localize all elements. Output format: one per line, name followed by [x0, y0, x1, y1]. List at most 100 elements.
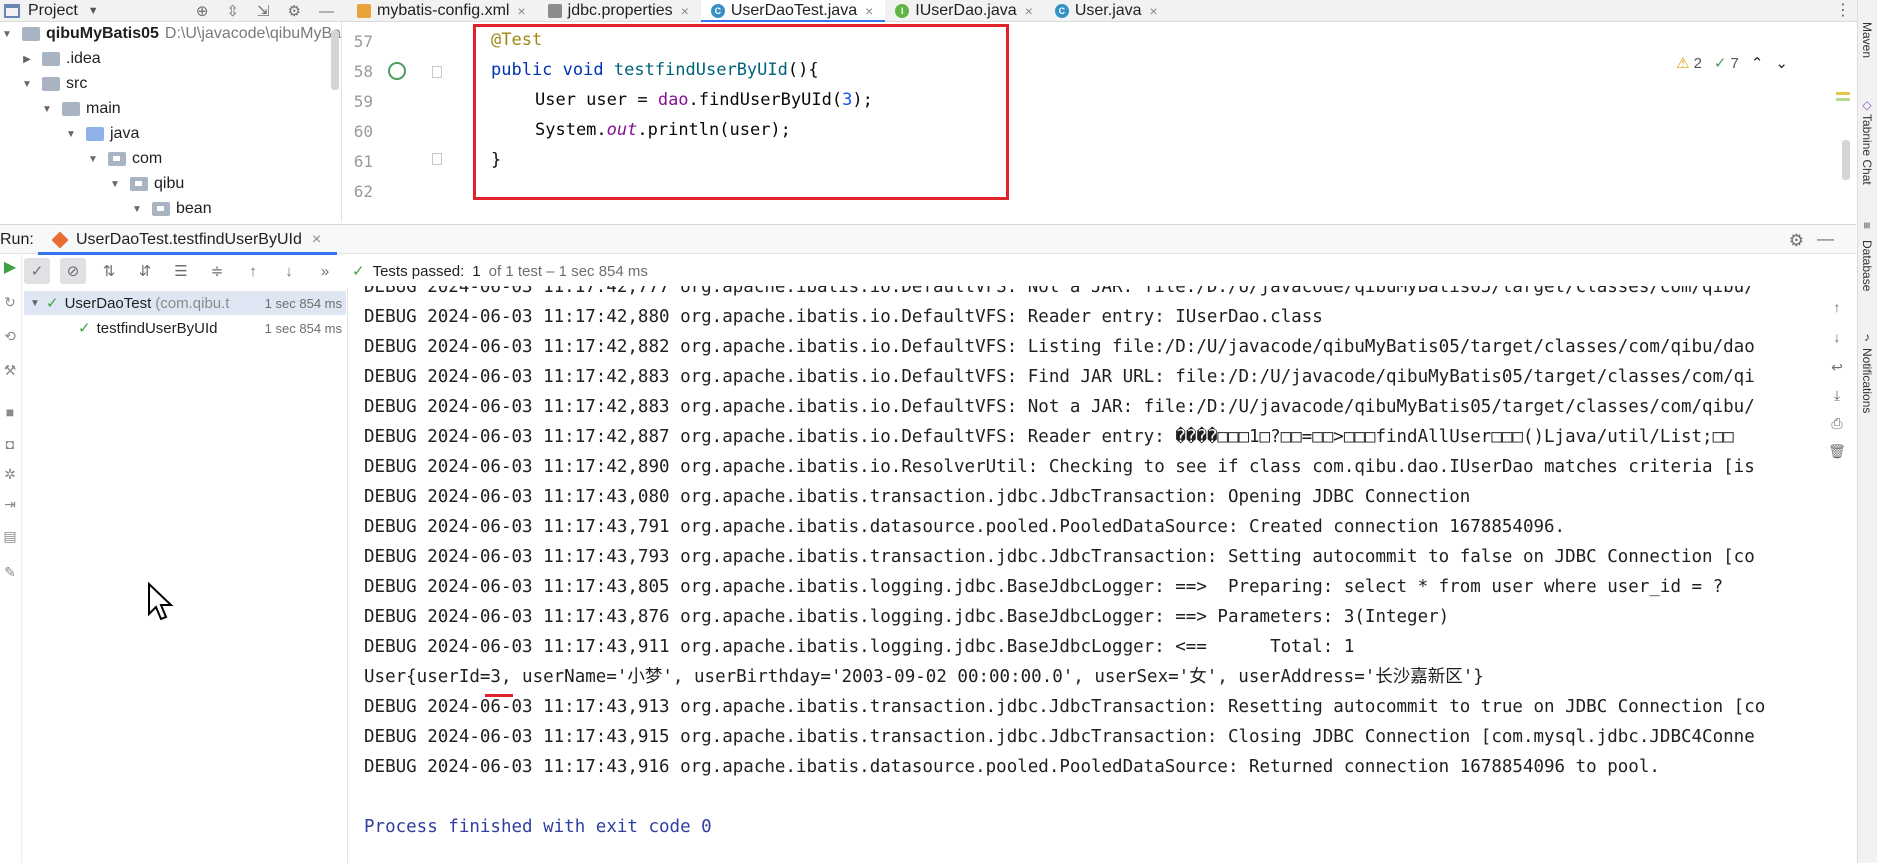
test-toolbar: ✓ ⊘ ⇅ ⇵ ☰ ≑ ↑ ↓ » — [24, 256, 344, 286]
wrench-icon[interactable]: ⚒ — [2, 362, 18, 378]
tabnine-tool-tab[interactable]: Tabnine Chat — [1860, 114, 1874, 185]
maven-tool-tab[interactable]: Maven — [1860, 22, 1874, 58]
chevron-right-icon[interactable]: ▶ — [20, 54, 34, 65]
arrow-up-icon[interactable]: ↑ — [240, 258, 266, 284]
sort-duration-icon[interactable]: ⇵ — [132, 258, 158, 284]
fold-icon[interactable] — [432, 153, 442, 165]
chevron-down-icon[interactable]: ▼ — [86, 154, 100, 165]
gear-icon[interactable]: ⚙ — [1789, 231, 1804, 251]
tab-userdaotest[interactable]: C UserDaoTest.java × — [700, 0, 886, 23]
close-icon[interactable]: × — [517, 3, 525, 19]
gear-icon[interactable]: ⚙ — [288, 2, 301, 20]
print-icon[interactable]: ⎙ — [1828, 414, 1846, 432]
export-icon[interactable]: ⇥ — [2, 496, 18, 512]
close-icon[interactable]: × — [312, 231, 321, 249]
minimize-icon[interactable]: — — [1817, 229, 1834, 249]
chevron-down-icon[interactable]: ▼ — [24, 298, 46, 309]
chevron-down-icon[interactable]: ▼ — [40, 104, 54, 115]
test-suite-row[interactable]: ▼ ✓ UserDaoTest (com.qibu.t 1 sec 854 ms — [24, 291, 346, 315]
pin-icon[interactable]: ✎ — [2, 564, 18, 580]
console-line: DEBUG 2024-06-03 11:17:43,793 org.apache… — [364, 547, 1755, 567]
close-icon[interactable]: × — [865, 3, 873, 19]
collapse-all-icon[interactable]: ≑ — [204, 258, 230, 284]
package-icon — [152, 202, 170, 216]
tree-item-bean[interactable]: ▼ bean — [130, 197, 212, 221]
database-tool-tab[interactable]: Database — [1860, 240, 1874, 291]
close-icon[interactable]: × — [1025, 3, 1033, 19]
tab-mybatis-config[interactable]: mybatis-config.xml × — [347, 0, 538, 22]
arrow-up-icon[interactable]: ↑ — [1828, 298, 1846, 316]
tree-item-label: qibu — [154, 175, 185, 192]
arrow-down-icon[interactable]: ↓ — [276, 258, 302, 284]
tree-item-idea[interactable]: ▶ .idea — [20, 47, 101, 71]
tree-item-root[interactable]: ▼ qibuMyBatis05 D:\U\javacode\qibuMyBa — [0, 22, 341, 46]
tree-item-src[interactable]: ▼ src — [20, 72, 87, 96]
chevron-up-icon[interactable]: ⌃ — [1751, 54, 1764, 72]
package-icon — [130, 177, 148, 191]
tree-item-java[interactable]: ▼ java — [64, 122, 139, 146]
soft-wrap-icon[interactable]: ↩ — [1828, 358, 1846, 376]
more-tabs-icon[interactable]: ⋮ — [1835, 0, 1851, 22]
rerun-failed-icon[interactable]: ↻ — [2, 294, 18, 310]
stop-icon[interactable]: ■ — [2, 404, 18, 420]
tree-item-com[interactable]: ▼ com — [86, 147, 162, 171]
run-test-gutter-icon[interactable] — [388, 62, 406, 80]
rerun-icon[interactable]: ▶ — [2, 260, 18, 276]
scroll-to-end-icon[interactable]: ⤓ — [1828, 386, 1846, 404]
locate-icon[interactable]: ⊕ — [196, 2, 209, 20]
warning-marker[interactable] — [1836, 92, 1850, 95]
console-line: DEBUG 2024-06-03 11:17:42,883 org.apache… — [364, 367, 1755, 387]
trash-icon[interactable]: 🗑 — [1828, 442, 1846, 460]
test-method-row[interactable]: ✓ testfindUserByUId 1 sec 854 ms — [24, 316, 346, 340]
show-passed-icon[interactable]: ✓ — [24, 258, 50, 284]
chevron-down-icon[interactable]: ▼ — [108, 179, 122, 190]
collapse-all-icon[interactable]: ⇲ — [257, 2, 270, 20]
bell-icon[interactable]: ♪ — [1860, 330, 1874, 344]
tab-iuserdao[interactable]: I IUserDao.java × — [885, 0, 1045, 22]
database-icon[interactable]: ≡ — [1860, 222, 1874, 229]
toggle-auto-test-icon[interactable]: ⟲ — [2, 328, 18, 344]
change-marker[interactable] — [1836, 98, 1850, 101]
warning-count: 2 — [1693, 54, 1702, 72]
minimize-icon[interactable]: — — [319, 3, 334, 20]
inspection-widget[interactable]: ⚠ 2 ✓ 7 ⌃ ⌄ — [1676, 54, 1788, 73]
status-count: 1 — [472, 262, 481, 280]
check-icon: ✓ — [46, 295, 59, 312]
more-icon[interactable]: » — [312, 258, 338, 284]
chevron-down-icon[interactable]: ▼ — [20, 79, 34, 90]
status-detail: of 1 test – 1 sec 854 ms — [488, 262, 648, 280]
tab-label: IUserDao.java — [915, 2, 1017, 19]
project-panel-title[interactable]: Project — [28, 2, 78, 20]
camera-icon[interactable]: ◘ — [2, 436, 18, 452]
expand-all-icon[interactable]: ☰ — [168, 258, 194, 284]
test-suite-name: UserDaoTest — [64, 294, 152, 312]
tabnine-icon[interactable]: ◇ — [1860, 98, 1874, 112]
console-output[interactable]: DEBUG 2024-06-03 11:17:42,777 org.apache… — [349, 286, 1817, 863]
layout-icon[interactable]: ▤ — [2, 528, 18, 544]
console-line: DEBUG 2024-06-03 11:17:43,913 org.apache… — [364, 697, 1766, 717]
fold-icon[interactable] — [432, 66, 442, 78]
tab-jdbc-properties[interactable]: jdbc.properties × — [538, 0, 701, 22]
tab-user[interactable]: C User.java × — [1045, 0, 1170, 22]
show-ignored-icon[interactable]: ⊘ — [60, 258, 86, 284]
tree-item-qibu[interactable]: ▼ qibu — [108, 172, 184, 196]
notifications-tool-tab[interactable]: Notifications — [1860, 348, 1874, 413]
run-config-tab[interactable]: UserDaoTest.testfindUserByUId × — [38, 225, 338, 255]
line-number: 62 — [353, 182, 373, 201]
run-label: Run: — [0, 231, 34, 248]
close-icon[interactable]: × — [1150, 3, 1158, 19]
close-icon[interactable]: × — [681, 3, 689, 19]
expand-all-icon[interactable]: ⇳ — [226, 2, 239, 20]
chevron-down-icon[interactable]: ⌄ — [1775, 54, 1788, 72]
chevron-down-icon[interactable]: ▼ — [64, 129, 78, 140]
settings-icon[interactable]: ✲ — [2, 466, 18, 482]
arrow-down-icon[interactable]: ↓ — [1828, 328, 1846, 346]
tree-item-main[interactable]: ▼ main — [40, 97, 121, 121]
project-panel-header[interactable]: Project ▼ ⊕ ⇳ ⇲ ⚙ — — [0, 0, 344, 22]
sort-alpha-icon[interactable]: ⇅ — [96, 258, 122, 284]
scrollbar[interactable] — [331, 30, 339, 90]
chevron-down-icon[interactable]: ▼ — [88, 5, 99, 17]
chevron-down-icon[interactable]: ▼ — [0, 29, 14, 40]
chevron-down-icon[interactable]: ▼ — [130, 204, 144, 215]
scrollbar[interactable] — [1842, 140, 1850, 180]
